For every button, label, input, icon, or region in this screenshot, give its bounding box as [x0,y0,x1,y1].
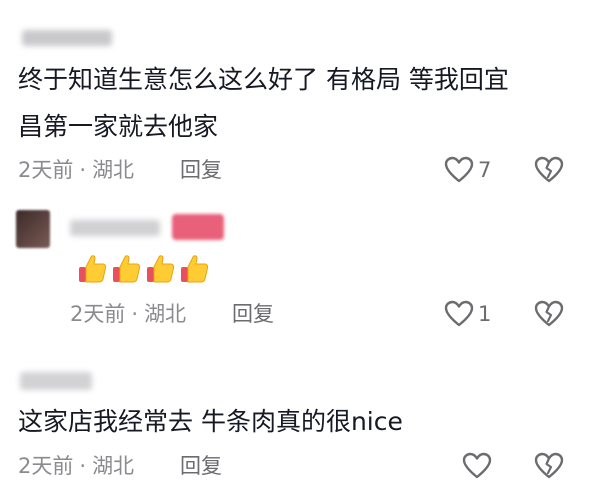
broken-heart-icon[interactable] [534,452,564,480]
thumbs-up-icon [144,252,176,284]
comment-item: 这家店我经常去 牛条肉真的很nice 2天前 · 湖北 回复 [0,350,600,493]
broken-heart-icon[interactable] [534,156,564,184]
comment-text: 终于知道生意怎么这么好了 有格局 等我回宜 [18,65,509,94]
comment-time: 2天前 [18,158,74,182]
thumbs-up-icon [76,252,108,284]
comment-meta: 2天前 · 湖北 [18,452,134,480]
separator: · [79,158,87,182]
blurred-badge [172,214,224,240]
comment-text: 昌第一家就去他家 [18,112,219,141]
comment-location: 湖北 [144,302,187,326]
blurred-username[interactable] [20,372,92,390]
heart-outline-icon[interactable] [444,156,474,184]
heart-outline-icon[interactable] [444,300,474,328]
comment-item: 2天前 · 湖北 回复 1 [0,200,600,350]
comment-time: 2天前 [18,454,74,478]
thumbs-up-icon [178,252,210,284]
comment-text: 这家店我经常去 牛条肉真的很nice [18,407,403,436]
like-count: 1 [478,302,492,326]
comment-item: 终于知道生意怎么这么好了 有格局 等我回宜 昌第一家就去他家 2天前 · 湖北 回复… [0,0,600,200]
comment-time: 2天前 [70,302,126,326]
thumbs-up-icon [110,252,142,284]
avatar[interactable] [16,210,50,248]
comment-location: 湖北 [92,158,135,182]
blurred-username[interactable] [22,30,112,46]
broken-heart-icon[interactable] [534,300,564,328]
separator: · [79,454,87,478]
reply-button[interactable]: 回复 [180,156,222,184]
heart-outline-icon[interactable] [462,452,492,480]
comment-meta: 2天前 · 湖北 [18,156,134,184]
reply-button[interactable]: 回复 [180,452,222,480]
comment-meta: 2天前 · 湖北 [70,300,186,328]
blurred-username[interactable] [70,220,160,236]
like-count: 7 [478,158,492,182]
separator: · [131,302,139,326]
reply-button[interactable]: 回复 [232,300,274,328]
emoji-reaction [76,252,210,284]
comment-location: 湖北 [92,454,135,478]
